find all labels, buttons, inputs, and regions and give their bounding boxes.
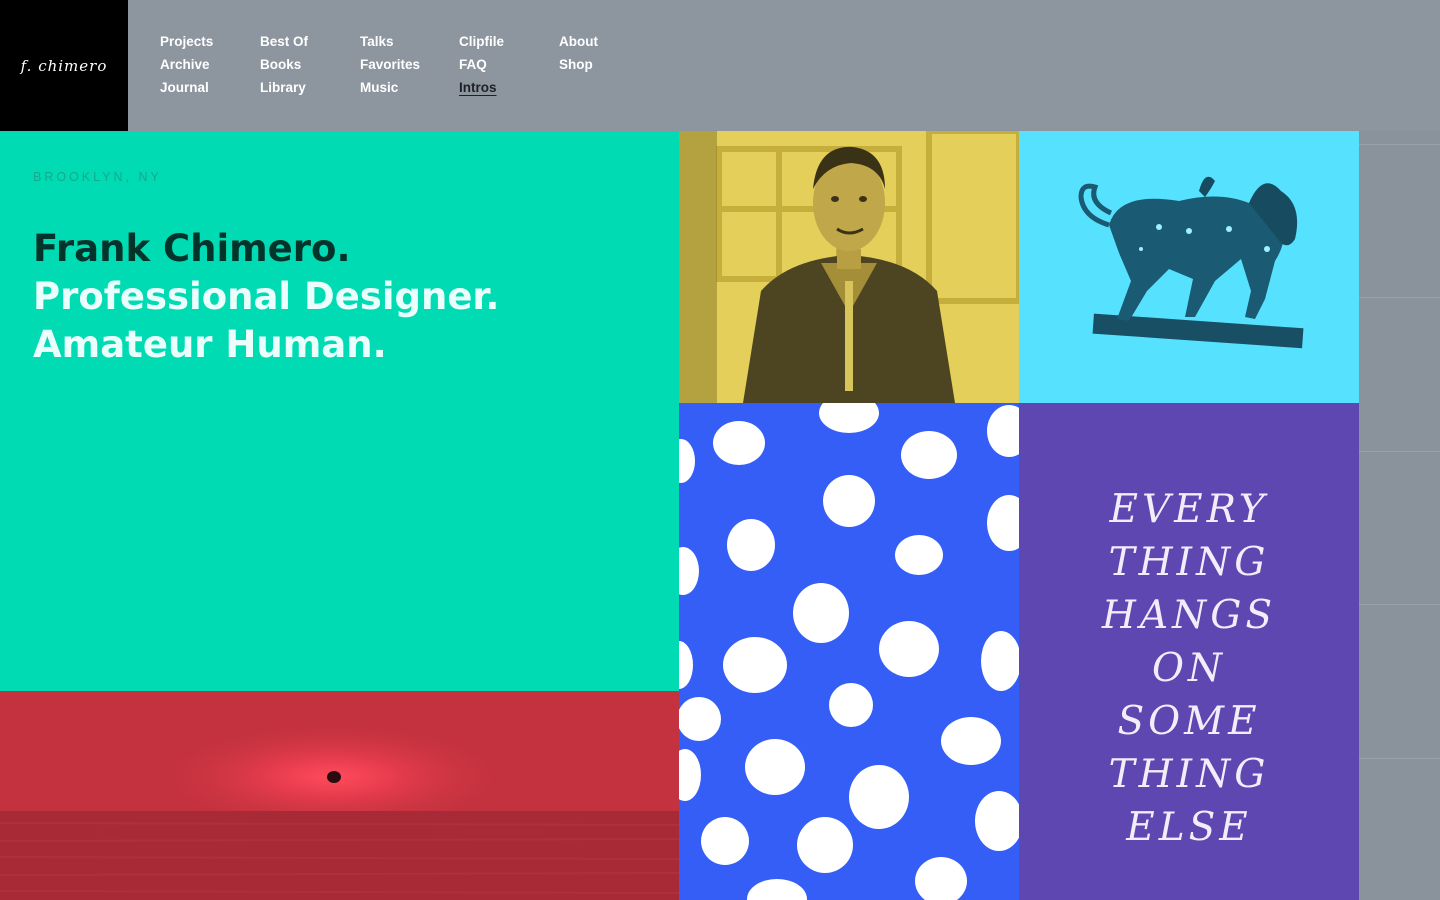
quote-tile[interactable]: EVERY THING HANGS ON SOME THING ELSE bbox=[1019, 403, 1359, 900]
hero-panel: BROOKLYN, NY Frank Chimero. Professional… bbox=[0, 131, 679, 691]
dots-pattern-tile[interactable] bbox=[679, 403, 1019, 900]
portrait-image bbox=[679, 131, 1019, 403]
right-edge-strip bbox=[1359, 131, 1440, 900]
nav-column-4: Clipfile FAQ Intros bbox=[459, 30, 504, 99]
quote-line: ELSE bbox=[1126, 805, 1252, 850]
nav-link-talks[interactable]: Talks bbox=[360, 30, 420, 53]
nav-link-favorites[interactable]: Favorites bbox=[360, 53, 420, 76]
chimera-sculpture-image bbox=[1019, 131, 1359, 403]
dots-pattern-image bbox=[679, 403, 1019, 900]
site-logo[interactable]: f. chimero bbox=[0, 0, 128, 131]
quote-line: THING bbox=[1108, 540, 1270, 585]
site-header: f. chimero Projects Archive Journal Best… bbox=[0, 0, 1440, 131]
handwritten-quote: EVERY THING HANGS ON SOME THING ELSE bbox=[1019, 483, 1359, 854]
quote-line: EVERY bbox=[1109, 487, 1269, 532]
nav-link-music[interactable]: Music bbox=[360, 76, 420, 99]
nav-link-clipfile[interactable]: Clipfile bbox=[459, 30, 504, 53]
headline-name: Frank Chimero. bbox=[33, 227, 351, 270]
nav-link-journal[interactable]: Journal bbox=[160, 76, 213, 99]
quote-line: HANGS bbox=[1101, 593, 1277, 638]
sunset-tile[interactable] bbox=[0, 691, 679, 900]
nav-column-2: Best Of Books Library bbox=[260, 30, 308, 99]
nav-link-about[interactable]: About bbox=[559, 30, 598, 53]
headline-tagline: Amateur Human. bbox=[33, 323, 387, 366]
nav-link-projects[interactable]: Projects bbox=[160, 30, 213, 53]
nav-link-library[interactable]: Library bbox=[260, 76, 308, 99]
sunset-image bbox=[0, 691, 679, 900]
nav-link-faq[interactable]: FAQ bbox=[459, 53, 504, 76]
nav-link-books[interactable]: Books bbox=[260, 53, 308, 76]
chimera-tile[interactable] bbox=[1019, 131, 1359, 403]
nav-column-1: Projects Archive Journal bbox=[160, 30, 213, 99]
quote-line: ON bbox=[1151, 646, 1227, 691]
location-label: BROOKLYN, NY bbox=[33, 170, 162, 184]
nav-column-3: Talks Favorites Music bbox=[360, 30, 420, 99]
nav-link-archive[interactable]: Archive bbox=[160, 53, 213, 76]
nav-column-5: About Shop bbox=[559, 30, 598, 76]
portrait-tile[interactable] bbox=[679, 131, 1019, 403]
nav-link-best-of[interactable]: Best Of bbox=[260, 30, 308, 53]
quote-line: SOME bbox=[1117, 699, 1261, 744]
nav-link-intros[interactable]: Intros bbox=[459, 76, 504, 99]
headline-profession: Professional Designer. bbox=[33, 275, 500, 318]
hero-headline: Frank Chimero. Professional Designer. Am… bbox=[33, 225, 499, 369]
quote-line: THING bbox=[1108, 752, 1270, 797]
nav-link-shop[interactable]: Shop bbox=[559, 53, 598, 76]
